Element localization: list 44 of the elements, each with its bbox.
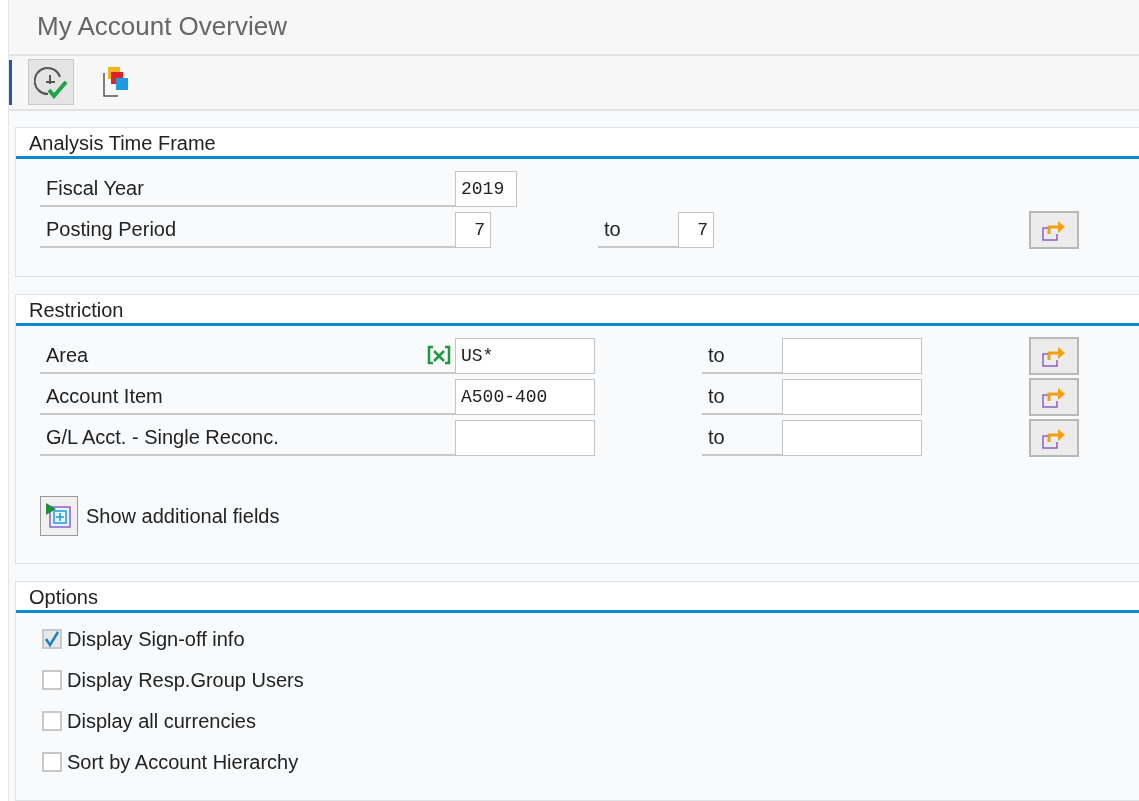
clock-check-icon — [34, 65, 68, 100]
multiple-selection-button[interactable] — [1029, 337, 1079, 375]
to-label: to — [708, 384, 725, 408]
option-label: Display Sign-off info — [67, 627, 245, 651]
multiple-selection-button[interactable] — [1029, 419, 1079, 457]
section-title: Restriction — [29, 298, 124, 323]
show-fields-link[interactable]: Show additional fields — [86, 504, 280, 528]
checkbox[interactable] — [42, 752, 62, 772]
page-title: My Account Overview — [37, 11, 287, 43]
input-field[interactable]: US* — [455, 338, 595, 374]
field-label: G/L Acct. - Single Reconc. — [46, 425, 279, 449]
checkbox[interactable] — [42, 670, 62, 690]
input-field[interactable] — [782, 338, 922, 374]
execute-button[interactable] — [28, 59, 74, 106]
field-label: Fiscal Year — [46, 176, 144, 200]
to-label: to — [708, 425, 725, 449]
section-title: Analysis Time Frame — [29, 131, 216, 156]
input-field[interactable] — [782, 379, 922, 415]
export-arrow-icon — [1041, 344, 1067, 368]
option-label: Sort by Account Hierarchy — [67, 750, 299, 774]
export-arrow-icon — [1041, 218, 1067, 242]
input-field[interactable]: 2019 — [455, 171, 517, 207]
field-label: Area — [46, 343, 89, 367]
input-field[interactable]: 7 — [455, 212, 491, 248]
input-field[interactable]: A500-400 — [455, 379, 595, 415]
input-field[interactable] — [455, 420, 595, 456]
show-fields-button[interactable] — [40, 496, 78, 536]
field-label: Posting Period — [46, 217, 177, 241]
option-label: Display all currencies — [67, 709, 256, 733]
to-label: to — [708, 343, 725, 367]
section-title: Options — [29, 585, 98, 610]
export-arrow-icon — [1041, 385, 1067, 409]
exclusion-icon — [427, 345, 451, 365]
input-field[interactable] — [782, 420, 922, 456]
add-fields-icon — [45, 502, 73, 530]
option-label: Display Resp.Group Users — [67, 668, 304, 692]
field-label: Account Item — [46, 384, 163, 408]
input-field[interactable]: 7 — [678, 212, 714, 248]
checkbox[interactable] — [42, 711, 62, 731]
to-label: to — [604, 217, 621, 241]
export-arrow-icon — [1041, 426, 1067, 450]
multiple-selection-button[interactable] — [1029, 211, 1079, 249]
multiple-selection-button[interactable] — [1029, 378, 1079, 416]
checkbox[interactable] — [42, 629, 62, 649]
